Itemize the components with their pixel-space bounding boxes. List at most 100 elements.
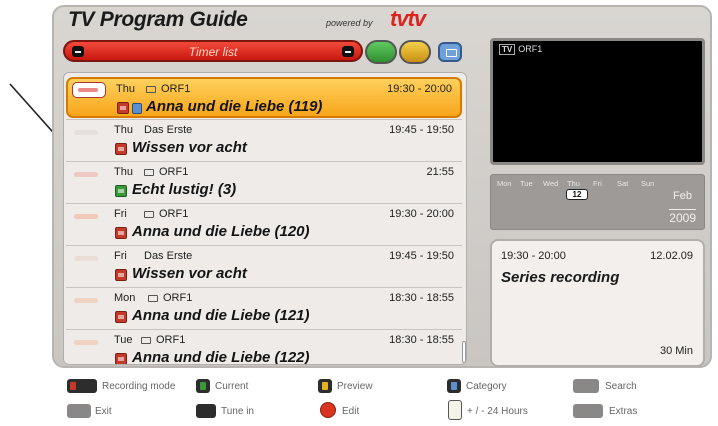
program-detail-panel: 19:30 - 20:00 12.02.09 Series recording … — [490, 239, 705, 367]
record-icon — [115, 353, 127, 364]
program-channel: ORF1 — [161, 83, 191, 95]
program-row[interactable]: Thu ORF1 21:55 Echt lustig! (3) — [66, 161, 462, 202]
plus-minus-key-icon — [448, 400, 462, 420]
legend-current: Current — [215, 381, 249, 392]
program-title: Anna und die Liebe (122) — [132, 349, 310, 365]
detail-date: 12.02.09 — [650, 250, 693, 262]
legend-edit: Edit — [342, 406, 360, 417]
tv-icon — [146, 86, 156, 93]
preview-channel-tag: TV ORF1 — [499, 44, 542, 55]
row-chip-icon — [74, 298, 98, 303]
tv-icon — [144, 211, 154, 218]
weekday-label: Sat — [617, 179, 629, 188]
preview-window: TV ORF1 — [490, 38, 705, 165]
program-title: Wissen vor acht — [132, 265, 247, 282]
green-dot-icon — [200, 382, 206, 390]
row-chip-icon — [74, 172, 98, 177]
program-channel: ORF1 — [159, 166, 189, 178]
green-key-icon — [196, 379, 210, 393]
yellow-button[interactable] — [399, 40, 431, 64]
tv-icon — [144, 169, 154, 176]
list-scrollbar[interactable] — [462, 341, 466, 363]
record-icon — [115, 269, 127, 281]
program-row[interactable]: Fri ORF1 19:30 - 20:00 Anna und die Lieb… — [66, 203, 462, 244]
program-day: Tue — [114, 334, 133, 346]
tvtv-logo: tvtv — [390, 6, 426, 31]
program-channel: ORF1 — [156, 334, 186, 346]
camera-icon[interactable] — [438, 42, 462, 62]
blue-key-icon — [447, 379, 461, 393]
program-row[interactable]: Thu Das Erste 19:45 - 19:50 Wissen vor a… — [66, 119, 462, 160]
program-channel: Das Erste — [144, 124, 193, 136]
program-time: 19:45 - 19:50 — [389, 250, 454, 262]
weekday-label: Thu — [567, 179, 580, 188]
row-chip-icon — [74, 130, 98, 135]
edit-key-icon — [320, 402, 336, 418]
minus-icon[interactable] — [342, 46, 354, 57]
tv-icon: TV — [499, 44, 516, 55]
info-icon — [132, 103, 142, 114]
program-day: Mon — [114, 292, 136, 304]
tv-icon — [148, 295, 158, 302]
program-title: Anna und die Liebe (121) — [132, 307, 310, 324]
timer-list-bar[interactable]: Timer list — [63, 40, 363, 62]
program-row[interactable]: Thu ORF1 19:30 - 20:00 Anna und die Lieb… — [66, 77, 462, 118]
program-title: Echt lustig! (3) — [132, 181, 237, 198]
ok-key-icon — [196, 404, 216, 418]
program-channel: ORF1 — [159, 208, 189, 220]
program-time: 21:55 — [426, 166, 454, 178]
program-time: 19:45 - 19:50 — [389, 124, 454, 136]
preview-channel: ORF1 — [518, 44, 543, 54]
legend-preview: Preview — [337, 381, 373, 392]
program-channel: Das Erste — [144, 250, 193, 262]
detail-status: Series recording — [501, 269, 620, 286]
recording-mode-key-icon — [67, 379, 97, 393]
program-list: Thu ORF1 19:30 - 20:00 Anna und die Lieb… — [63, 72, 467, 365]
timer-list-label: Timer list — [188, 45, 238, 59]
blue-dot-icon — [451, 382, 457, 390]
mini-calendar[interactable]: Mon Tue Wed Thu Fri Sat Sun 12 Feb 2009 — [490, 174, 705, 230]
legend-hours: + / - 24 Hours — [467, 406, 528, 417]
row-chip-icon — [74, 214, 98, 219]
program-day: Fri — [114, 208, 127, 220]
program-title: Wissen vor acht — [132, 139, 247, 156]
tv-icon — [141, 337, 151, 344]
program-day: Thu — [116, 83, 135, 95]
legend-recording-mode: Recording mode — [102, 381, 176, 392]
calendar-month: Feb — [673, 190, 692, 202]
legend-exit: Exit — [95, 406, 112, 417]
program-day: Thu — [114, 166, 133, 178]
selected-indicator-icon — [72, 82, 106, 98]
record-icon — [115, 185, 127, 197]
detail-duration: 30 Min — [659, 345, 693, 357]
exit-key-icon — [67, 404, 91, 418]
legend-category: Category — [466, 381, 507, 392]
extras-key-icon — [573, 404, 603, 418]
detail-time: 19:30 - 20:00 — [501, 250, 566, 262]
program-title: Anna und die Liebe (119) — [146, 98, 323, 115]
record-icon — [117, 102, 129, 114]
program-channel: ORF1 — [163, 292, 193, 304]
program-time: 19:30 - 20:00 — [389, 208, 454, 220]
weekday-label: Mon — [497, 179, 512, 188]
program-time: 18:30 - 18:55 — [389, 334, 454, 346]
row-chip-icon — [74, 340, 98, 345]
record-icon — [115, 143, 127, 155]
program-row[interactable]: Tue ORF1 18:30 - 18:55 Anna und die Lieb… — [66, 329, 462, 365]
weekday-label: Fri — [593, 179, 602, 188]
record-icon — [115, 311, 127, 323]
weekday-label: Wed — [543, 179, 559, 188]
green-button[interactable] — [365, 40, 397, 64]
program-title: Anna und die Liebe (120) — [132, 223, 310, 240]
calendar-year: 2009 — [669, 209, 696, 225]
program-row[interactable]: Mon ORF1 18:30 - 18:55 Anna und die Lieb… — [66, 287, 462, 328]
red-key-icon — [70, 382, 76, 390]
yellow-dot-icon — [322, 382, 328, 390]
weekday-label: Tue — [520, 179, 533, 188]
row-chip-icon — [74, 256, 98, 261]
program-row[interactable]: Fri Das Erste 19:45 - 19:50 Wissen vor a… — [66, 245, 462, 286]
legend-tune-in: Tune in — [221, 406, 254, 417]
calendar-today[interactable]: 12 — [566, 189, 588, 200]
program-day: Thu — [114, 124, 133, 136]
yellow-key-icon — [318, 379, 332, 393]
